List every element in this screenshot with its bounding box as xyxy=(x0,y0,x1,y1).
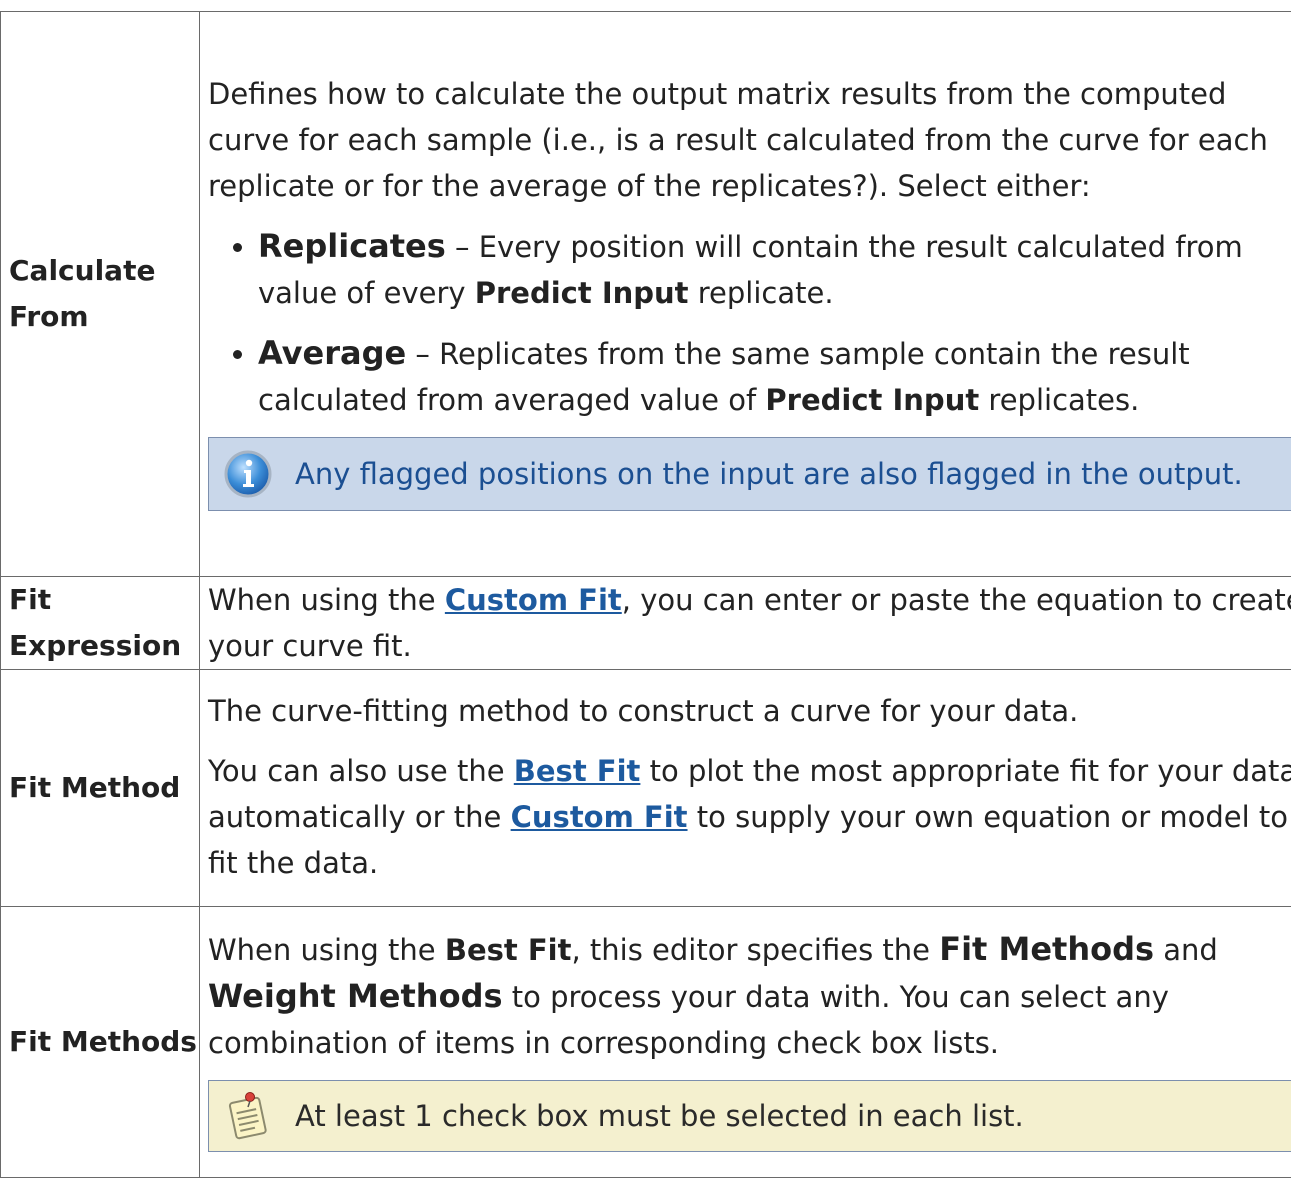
notepad-pin-icon xyxy=(223,1091,273,1141)
row-desc-fit-method: The curve-fitting method to construct a … xyxy=(200,670,1291,907)
best-fit-link[interactable]: Best Fit xyxy=(514,754,641,788)
desc-text: and xyxy=(1154,933,1218,967)
fit-methods-text: When using the Best Fit, this editor spe… xyxy=(208,926,1291,1066)
desc-text: When using the xyxy=(208,933,445,967)
table-row: Fit Method The curve-fitting method to c… xyxy=(1,670,1291,907)
list-item: Replicates – Every position will contain… xyxy=(258,223,1291,316)
option-term: Average xyxy=(258,334,406,372)
option-term: Replicates xyxy=(258,227,446,265)
reference-table: Calculate From Defines how to calculate … xyxy=(0,11,1291,1178)
list-item: Average – Replicates from the same sampl… xyxy=(258,330,1291,423)
row-desc-fit-methods: When using the Best Fit, this editor spe… xyxy=(200,907,1291,1178)
option-text: replicates. xyxy=(979,383,1139,417)
row-label-fit-methods: Fit Methods xyxy=(1,907,200,1178)
row-desc-fit-expression: When using the Custom Fit, you can enter… xyxy=(200,577,1291,670)
tip-note: At least 1 check box must be selected in… xyxy=(208,1080,1291,1152)
note-text: Any flagged positions on the input are a… xyxy=(295,451,1243,497)
custom-fit-link[interactable]: Custom Fit xyxy=(445,583,622,617)
desc-text: You can also use the xyxy=(208,754,514,788)
info-note: Any flagged positions on the input are a… xyxy=(208,437,1291,511)
desc-bold: Weight Methods xyxy=(208,977,503,1015)
option-bold: Predict Input xyxy=(475,276,689,310)
row-label-fit-method: Fit Method xyxy=(1,670,200,907)
option-bold: Predict Input xyxy=(765,383,979,417)
table-row: Fit Expression When using the Custom Fit… xyxy=(1,577,1291,670)
custom-fit-link[interactable]: Custom Fit xyxy=(511,800,688,834)
desc-text: , this editor specifies the xyxy=(571,933,939,967)
calc-from-intro: Defines how to calculate the output matr… xyxy=(208,71,1291,209)
row-desc-calculate-from: Defines how to calculate the output matr… xyxy=(200,12,1291,577)
table-row: Fit Methods When using the Best Fit, thi… xyxy=(1,907,1291,1178)
desc-bold: Best Fit xyxy=(445,933,572,967)
note-text: At least 1 check box must be selected in… xyxy=(295,1093,1024,1139)
table-row: Calculate From Defines how to calculate … xyxy=(1,12,1291,577)
desc-text: When using the xyxy=(208,583,445,617)
desc-bold: Fit Methods xyxy=(939,930,1154,968)
row-label-calculate-from: Calculate From xyxy=(1,12,200,577)
fit-method-p1: The curve-fitting method to construct a … xyxy=(208,688,1291,734)
option-text: replicate. xyxy=(689,276,834,310)
row-label-fit-expression: Fit Expression xyxy=(1,577,200,670)
fit-method-p2: You can also use the Best Fit to plot th… xyxy=(208,748,1291,886)
info-icon xyxy=(223,449,273,499)
option-list: Replicates – Every position will contain… xyxy=(208,223,1291,423)
